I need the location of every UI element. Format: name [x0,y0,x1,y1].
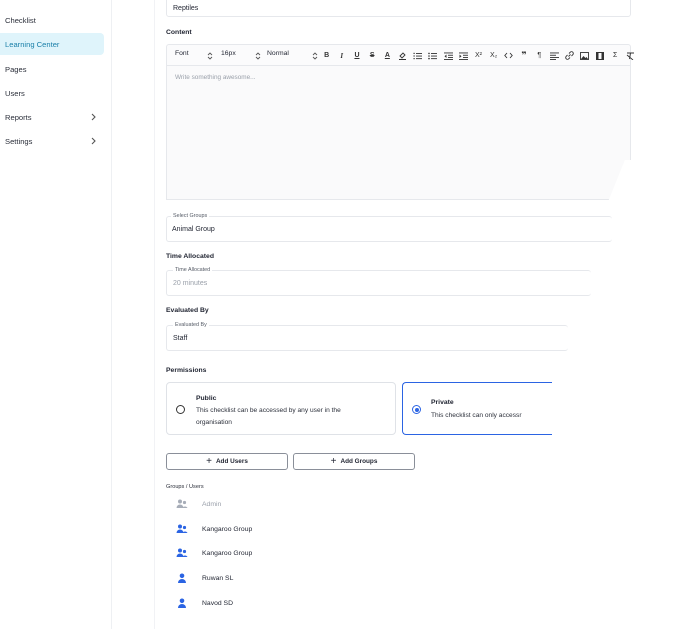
size-select-value: 16px [221,50,236,57]
permission-public-desc-line1: This checklist can be accessed by any us… [196,407,341,414]
user-icon [176,572,188,584]
permission-private-card[interactable]: Private This checklist can only accessr [402,382,552,435]
link-icon[interactable] [562,45,577,66]
outdent-icon[interactable] [441,45,456,66]
time-allocated-float-label: Time Allocated [173,267,213,273]
page-gutter [112,0,154,629]
group-icon [176,547,188,559]
groups-users-label: Groups / Users [166,484,204,490]
style-select-value: Normal [267,50,289,57]
sidebar-item-settings[interactable]: Settings [0,130,104,152]
direction-icon[interactable]: ¶ [532,45,547,66]
evaluated-by-value: Staff [173,335,188,342]
permission-private-radio[interactable] [412,405,421,414]
italic-icon[interactable]: I [334,45,349,66]
content-editor[interactable]: Write something awesome... [166,65,631,200]
evaluated-by-float-label: Evaluated By [173,322,209,328]
sidebar-item-label: Pages [5,64,27,74]
member-name: Kangaroo Group [202,549,253,557]
time-allocated-field[interactable]: Time Allocated 20 minutes [166,267,591,296]
select-groups-float-label: Select Groups [171,213,210,219]
updown-icon [255,52,261,60]
sidebar-item-label: Checklist [5,15,36,25]
align-icon[interactable] [547,45,562,66]
quote-icon[interactable]: ❞ [516,45,531,66]
sidebar: Checklist Learning Center Pages Users Re… [0,0,112,629]
video-icon[interactable] [592,45,607,66]
category-field[interactable]: Reptiles [166,0,631,17]
strike-icon[interactable]: S [365,45,380,66]
list-item[interactable]: Kangaroo Group [176,522,252,536]
ordered-list-icon[interactable] [410,45,425,66]
member-name: Navod SD [202,599,233,607]
member-name: Kangaroo Group [202,525,253,533]
size-select[interactable]: 16px [221,50,236,57]
font-color-icon[interactable]: A [380,45,395,66]
content-label: Content [166,29,192,36]
font-select-value: Font [175,50,189,57]
editor-placeholder: Write something awesome... [175,74,256,81]
sidebar-item-learning-center[interactable]: Learning Center [0,33,104,55]
font-select[interactable]: Font [175,50,189,57]
style-select[interactable]: Normal [267,50,289,57]
evaluated-by-label: Evaluated By [166,307,209,314]
permission-public-radio[interactable] [176,405,185,414]
sidebar-item-reports[interactable]: Reports [0,106,104,128]
permission-private-title: Private [431,399,454,406]
add-groups-button[interactable]: + Add Groups [293,453,415,470]
group-icon [176,498,188,510]
permission-private-desc: This checklist can only accessr [431,412,522,419]
permission-public-desc-line2: organisation [196,419,232,426]
indent-icon[interactable] [456,45,471,66]
superscript-icon[interactable]: X² [471,45,486,66]
underline-icon[interactable]: U [349,45,364,66]
permission-public-card[interactable]: Public This checklist can be accessed by… [166,382,396,435]
subscript-icon[interactable]: X₂ [486,45,501,66]
add-users-label: Add Users [215,458,248,465]
sidebar-item-label: Users [5,88,25,98]
sidebar-item-pages[interactable]: Pages [0,58,104,80]
permissions-label: Permissions [166,367,207,374]
add-groups-label: Add Groups [340,458,378,465]
time-allocated-value: 20 minutes [173,280,208,287]
sidebar-item-label: Learning Center [5,39,60,49]
updown-icon [207,52,213,60]
list-item[interactable]: Admin [176,497,221,511]
editor-toolbar: Font 16px Normal B I U S A X² X₂ ❞ ¶ Σ [166,44,634,66]
user-icon [176,597,188,609]
member-name: Ruwan SL [202,574,234,582]
sidebar-item-label: Settings [5,136,33,146]
time-allocated-label: Time Allocated [166,253,214,260]
bullet-list-icon[interactable] [425,45,440,66]
chevron-right-icon [91,137,96,145]
member-name: Admin [202,500,222,508]
select-groups-field[interactable]: Select Groups Animal Group [166,213,612,242]
add-users-button[interactable]: + Add Users [166,453,288,470]
select-groups-value: Animal Group [172,226,215,233]
sidebar-item-label: Reports [5,112,32,122]
list-item[interactable]: Navod SD [176,596,233,610]
chevron-right-icon [91,113,96,121]
sidebar-item-users[interactable]: Users [0,82,104,104]
evaluated-by-field[interactable]: Evaluated By Staff [166,322,568,351]
code-icon[interactable] [501,45,516,66]
list-item[interactable]: Ruwan SL [176,571,233,585]
image-icon[interactable] [577,45,592,66]
sidebar-item-checklist[interactable]: Checklist [0,9,104,31]
plus-icon: + [206,455,212,467]
updown-icon [312,52,318,60]
bold-icon[interactable]: B [319,45,334,66]
list-item[interactable]: Kangaroo Group [176,546,252,560]
permission-public-title: Public [196,395,217,402]
group-icon [176,523,188,535]
plus-icon: + [330,455,337,467]
clear-format-icon[interactable] [623,45,638,66]
formula-icon[interactable]: Σ [608,45,623,66]
highlight-icon[interactable] [395,45,410,66]
category-value: Reptiles [173,5,199,12]
